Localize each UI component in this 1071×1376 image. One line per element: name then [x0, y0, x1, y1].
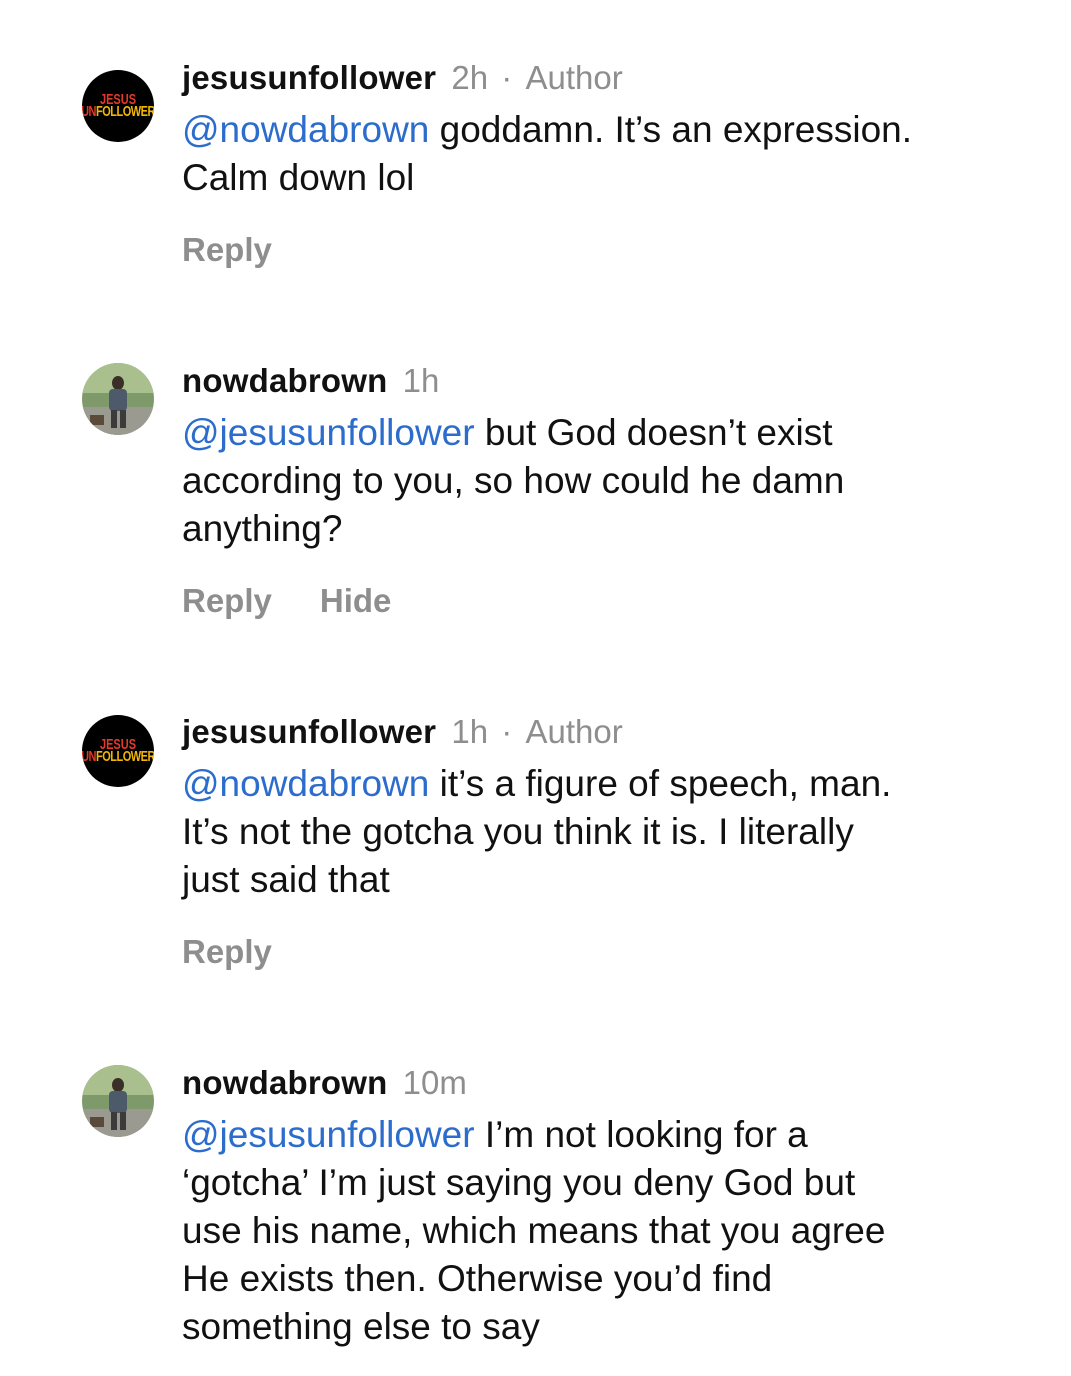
comment-text: @jesusunfollower I’m not looking for a ‘…	[182, 1111, 1051, 1351]
comment-text-line: It’s not the gotcha you think it is. I l…	[182, 811, 854, 852]
comment-actions: Reply Hide	[182, 581, 1051, 621]
timestamp: 1h	[451, 713, 489, 750]
username[interactable]: nowdabrown	[182, 1064, 387, 1101]
comment-header: nowdabrown 1h	[182, 361, 1051, 401]
mention-link[interactable]: @jesusunfollower	[182, 1114, 475, 1155]
mention-link[interactable]: @nowdabrown	[182, 109, 429, 150]
comment-header: jesusunfollower 2h · Author	[182, 58, 1051, 98]
comment-text-line: use his name, which means that you agree	[182, 1210, 886, 1251]
separator: ·	[501, 59, 513, 96]
hide-button[interactable]: Hide	[320, 582, 392, 619]
comment-text-line: anything?	[182, 508, 343, 549]
comment-text-line: goddamn. It’s an expression.	[429, 109, 913, 150]
timestamp: 2h	[451, 59, 489, 96]
timestamp: 10m	[402, 1064, 467, 1101]
comment-actions: Reply	[182, 230, 1051, 270]
comment-actions: Reply	[182, 932, 1051, 972]
mention-link[interactable]: @nowdabrown	[182, 763, 429, 804]
comment-text: @nowdabrown it’s a figure of speech, man…	[182, 760, 1051, 904]
avatar-logo-text: UN	[82, 103, 96, 121]
avatar-logo-text: FOLLOWER	[95, 748, 154, 766]
avatar-photo-image	[82, 363, 154, 435]
comment-text-line: just said that	[182, 859, 390, 900]
comment-text-line: it’s a figure of speech, man.	[429, 763, 892, 804]
avatar[interactable]: JESUS UNFOLLOWER	[82, 70, 154, 142]
author-badge: Author	[525, 713, 623, 750]
comment-text: @jesusunfollower but God doesn’t exist a…	[182, 409, 1051, 553]
comment-text-line: something else to say	[182, 1306, 540, 1347]
reply-button[interactable]: Reply	[182, 933, 272, 970]
comment-text: @nowdabrown goddamn. It’s an expression.…	[182, 106, 1051, 202]
avatar[interactable]	[82, 1065, 154, 1137]
avatar[interactable]	[82, 363, 154, 435]
username[interactable]: jesusunfollower	[182, 59, 436, 96]
mention-link[interactable]: @jesusunfollower	[182, 412, 475, 453]
comment-text-line: I’m not looking for a	[474, 1114, 808, 1155]
avatar-logo-text: FOLLOWER	[95, 103, 154, 121]
author-badge: Author	[525, 59, 623, 96]
timestamp: 1h	[402, 362, 440, 399]
username[interactable]: nowdabrown	[182, 362, 387, 399]
comment-text-line: but God doesn’t exist	[474, 412, 833, 453]
reply-button[interactable]: Reply	[182, 231, 272, 268]
avatar-photo-image	[82, 1065, 154, 1137]
comment-header: jesusunfollower 1h · Author	[182, 712, 1051, 752]
comment-header: nowdabrown 10m	[182, 1063, 1051, 1103]
separator: ·	[501, 713, 513, 750]
avatar[interactable]: JESUS UNFOLLOWER	[82, 715, 154, 787]
comment-text-line: He exists then. Otherwise you’d find	[182, 1258, 773, 1299]
reply-button[interactable]: Reply	[182, 582, 272, 619]
avatar-logo-text: UN	[82, 748, 96, 766]
comment-text-line: Calm down lol	[182, 157, 415, 198]
comment-text-line: according to you, so how could he damn	[182, 460, 845, 501]
username[interactable]: jesusunfollower	[182, 713, 436, 750]
comment-text-line: ‘gotcha’ I’m just saying you deny God bu…	[182, 1162, 856, 1203]
